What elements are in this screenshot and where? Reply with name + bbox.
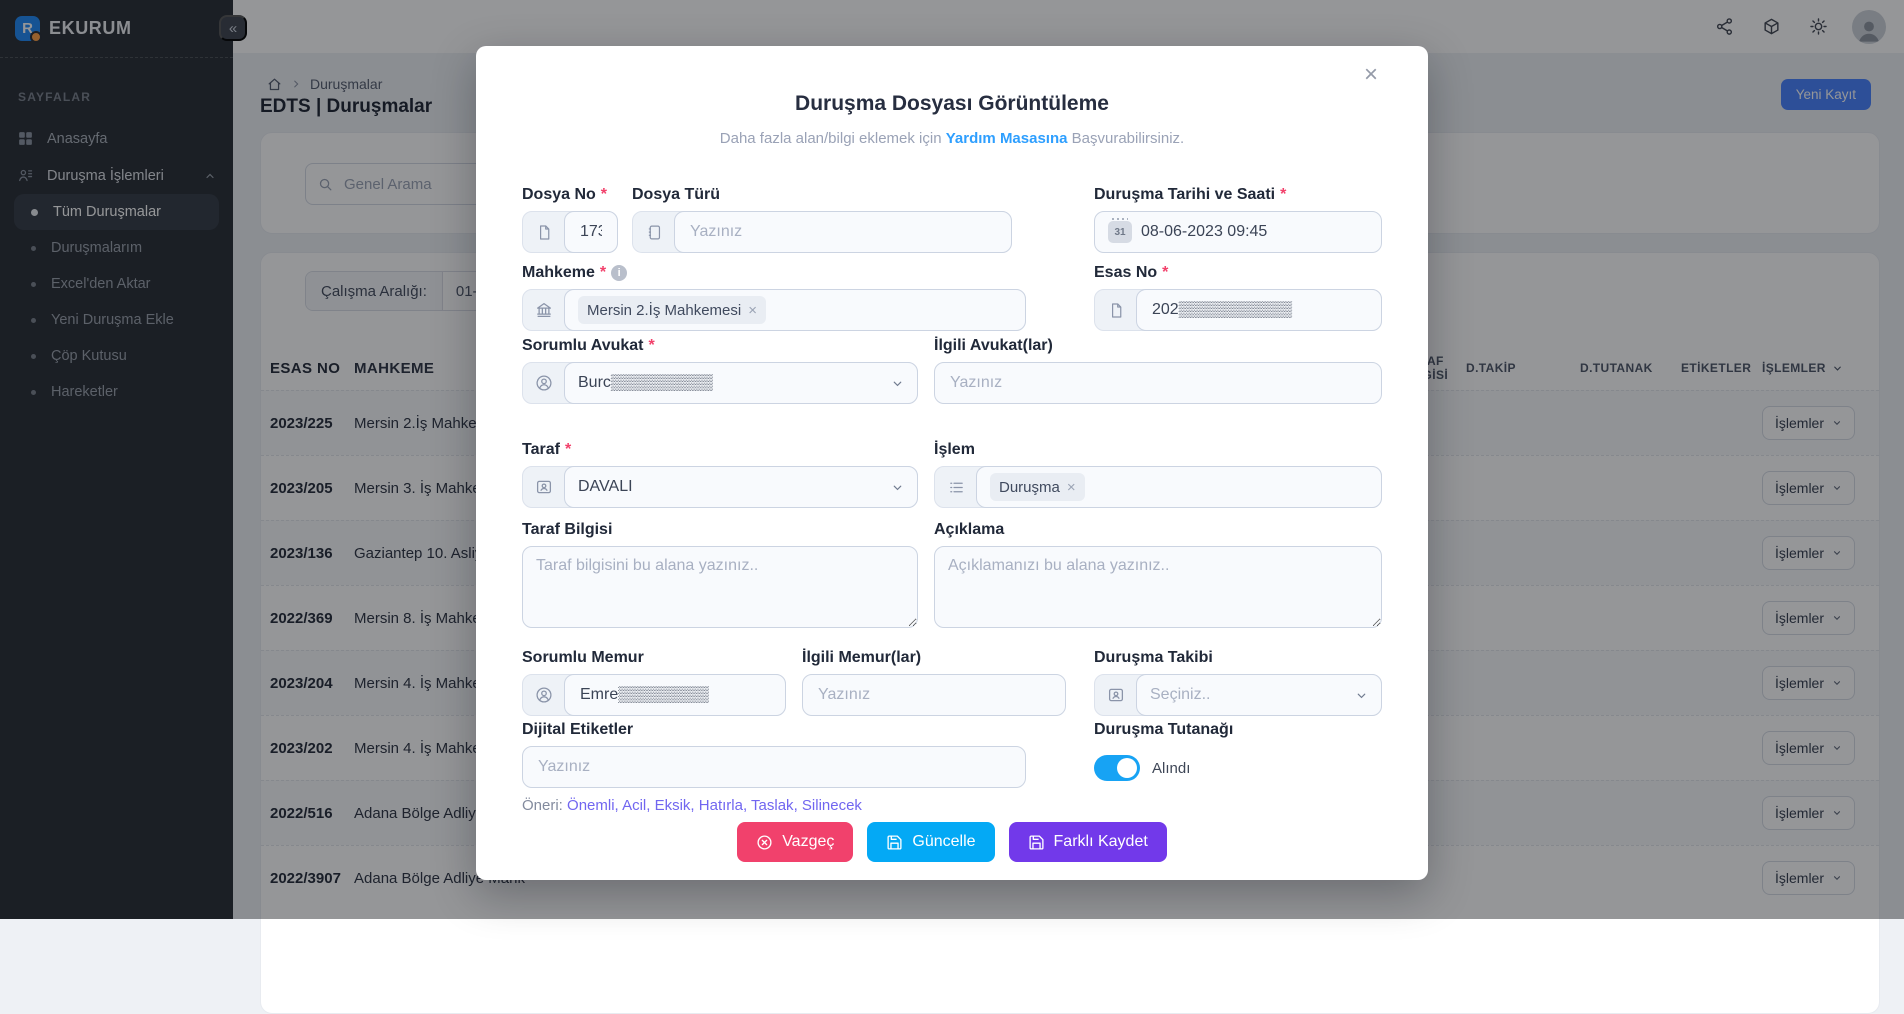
taraf-bilgisi-textarea[interactable] bbox=[522, 546, 918, 628]
list-icon bbox=[935, 467, 977, 507]
field-label-sorumlu-avukat: Sorumlu Avukat* bbox=[522, 336, 918, 356]
sorumlu-avukat-select[interactable]: Burc▒▒▒▒▒▒▒▒▒ bbox=[564, 362, 918, 404]
suggestion-link[interactable]: Önemli bbox=[567, 797, 622, 814]
chevron-down-icon bbox=[891, 481, 904, 494]
modal-title: Duruşma Dosyası Görüntüleme bbox=[522, 92, 1382, 116]
tutanak-toggle[interactable] bbox=[1094, 755, 1140, 781]
field-label-aciklama: Açıklama bbox=[934, 520, 1382, 540]
x-circle-icon bbox=[756, 834, 773, 851]
dijital-etiketler-input[interactable] bbox=[536, 757, 1012, 777]
remove-tag-icon[interactable]: × bbox=[748, 302, 757, 319]
field-label-durusma-tarihi: Duruşma Tarihi ve Saati* bbox=[1094, 185, 1382, 205]
durusma-tarihi-input[interactable]: 31 08-06-2023 09:45 bbox=[1094, 211, 1382, 253]
field-label-ilgili-avukat: İlgili Avukat(lar) bbox=[934, 336, 1382, 356]
field-label-dosya-no: Dosya No* bbox=[522, 185, 618, 205]
suggestion-link[interactable]: Eksik bbox=[655, 797, 699, 814]
save-icon bbox=[886, 834, 903, 851]
suggestion-link[interactable]: Taslak bbox=[751, 797, 802, 814]
person-card-icon bbox=[1095, 675, 1137, 715]
field-label-durusma-tutanagi: Duruşma Tutanağı bbox=[1094, 720, 1382, 740]
journal-icon bbox=[633, 212, 675, 252]
field-label-esas-no: Esas No* bbox=[1094, 263, 1382, 283]
file-icon bbox=[1095, 290, 1137, 330]
suggestion-link[interactable]: Hatırla bbox=[699, 797, 751, 814]
toggle-state-label: Alındı bbox=[1152, 760, 1190, 777]
chevron-down-icon bbox=[1355, 689, 1368, 702]
dosya-no-input[interactable] bbox=[578, 222, 604, 242]
field-label-taraf: Taraf* bbox=[522, 440, 918, 460]
aciklama-textarea[interactable] bbox=[934, 546, 1382, 628]
calendar-icon: 31 bbox=[1108, 221, 1132, 243]
subtitle-text: Başvurabilirsiniz. bbox=[1072, 130, 1185, 147]
field-label-taraf-bilgisi: Taraf Bilgisi bbox=[522, 520, 918, 540]
person-card-icon bbox=[523, 467, 565, 507]
suggestion-link[interactable]: Silinecek bbox=[802, 797, 862, 814]
field-label-dijital-etiketler: Dijital Etiketler bbox=[522, 720, 1026, 740]
courthouse-icon bbox=[523, 290, 565, 330]
info-icon[interactable]: i bbox=[611, 265, 627, 281]
dosya-turu-input[interactable] bbox=[688, 222, 998, 242]
field-label-ilgili-memur: İlgili Memur(lar) bbox=[802, 648, 1066, 668]
field-label-sorumlu-memur: Sorumlu Memur bbox=[522, 648, 786, 668]
sorumlu-memur-input[interactable] bbox=[578, 685, 772, 705]
save-as-button[interactable]: Farklı Kaydet bbox=[1009, 822, 1167, 862]
file-icon bbox=[523, 212, 565, 252]
tag-suggestions: Öneri: ÖnemliAcilEksikHatırlaTaslakSilin… bbox=[522, 797, 1026, 814]
hearing-file-modal: × Duruşma Dosyası Görüntüleme Daha fazla… bbox=[476, 46, 1428, 880]
islem-multiselect[interactable]: Duruşma × bbox=[976, 466, 1382, 508]
esas-no-input[interactable] bbox=[1150, 300, 1368, 320]
suggestion-link[interactable]: Acil bbox=[622, 797, 655, 814]
chevron-down-icon bbox=[891, 377, 904, 390]
person-circle-icon bbox=[523, 675, 565, 715]
selected-tag: Duruşma × bbox=[990, 473, 1085, 501]
suggestions-label: Öneri: bbox=[522, 797, 563, 814]
ilgili-avukat-input[interactable] bbox=[948, 373, 1368, 393]
taraf-select[interactable]: DAVALI bbox=[564, 466, 918, 508]
help-desk-link[interactable]: Yardım Masasına bbox=[946, 130, 1068, 147]
subtitle-text: Daha fazla alan/bilgi eklemek için bbox=[720, 130, 942, 147]
person-circle-icon bbox=[523, 363, 565, 403]
field-label-islem: İşlem bbox=[934, 440, 1382, 460]
field-label-durusma-takibi: Duruşma Takibi bbox=[1094, 648, 1382, 668]
remove-tag-icon[interactable]: × bbox=[1067, 479, 1076, 496]
field-label-dosya-turu: Dosya Türü bbox=[632, 185, 1012, 205]
save-icon bbox=[1028, 834, 1045, 851]
close-icon[interactable]: × bbox=[1358, 62, 1384, 88]
mahkeme-multiselect[interactable]: Mersin 2.İş Mahkemesi × bbox=[564, 289, 1026, 331]
ilgili-memur-input[interactable] bbox=[816, 685, 1052, 705]
cancel-button[interactable]: Vazgeç bbox=[737, 822, 853, 862]
selected-tag: Mersin 2.İş Mahkemesi × bbox=[578, 296, 766, 324]
modal-subtitle: Daha fazla alan/bilgi eklemek için Yardı… bbox=[522, 130, 1382, 147]
field-label-mahkeme: Mahkeme* i bbox=[522, 263, 1026, 283]
update-button[interactable]: Güncelle bbox=[867, 822, 994, 862]
durusma-takibi-select[interactable]: Seçiniz.. bbox=[1136, 674, 1382, 716]
